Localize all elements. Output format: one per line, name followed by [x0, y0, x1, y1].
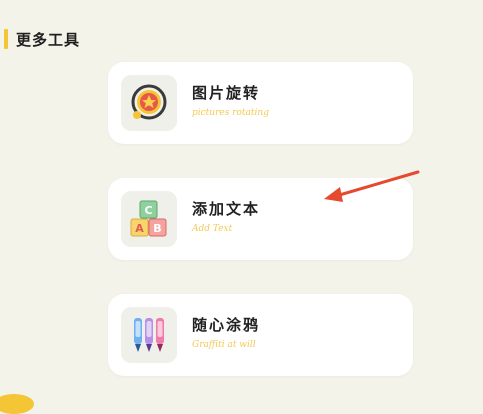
svg-text:A: A — [135, 222, 144, 235]
section-title: 更多工具 — [16, 30, 81, 49]
tool-card-rotate[interactable]: 图片旋转 pictures rotating — [108, 62, 413, 144]
tool-title: 图片旋转 — [192, 84, 261, 102]
section-accent-bar — [4, 29, 8, 49]
tool-card-add-text[interactable]: C A B 添加文本 Add Text — [108, 178, 413, 260]
tool-title: 添加文本 — [192, 200, 261, 218]
tool-card-graffiti[interactable]: 随心涂鸦 Graffiti at will — [108, 294, 413, 376]
section-header: 更多工具 — [4, 28, 80, 50]
svg-text:C: C — [144, 204, 152, 217]
tool-subtitle: pictures rotating — [192, 108, 269, 118]
abc-blocks-icon: C A B — [121, 191, 177, 247]
floating-decoration — [0, 394, 34, 414]
svg-text:B: B — [153, 222, 161, 235]
markers-icon — [121, 307, 177, 363]
tool-title: 随心涂鸦 — [192, 316, 261, 334]
rotate-image-icon — [121, 75, 177, 131]
tool-subtitle: Add Text — [192, 224, 233, 234]
tool-subtitle: Graffiti at will — [192, 340, 256, 350]
